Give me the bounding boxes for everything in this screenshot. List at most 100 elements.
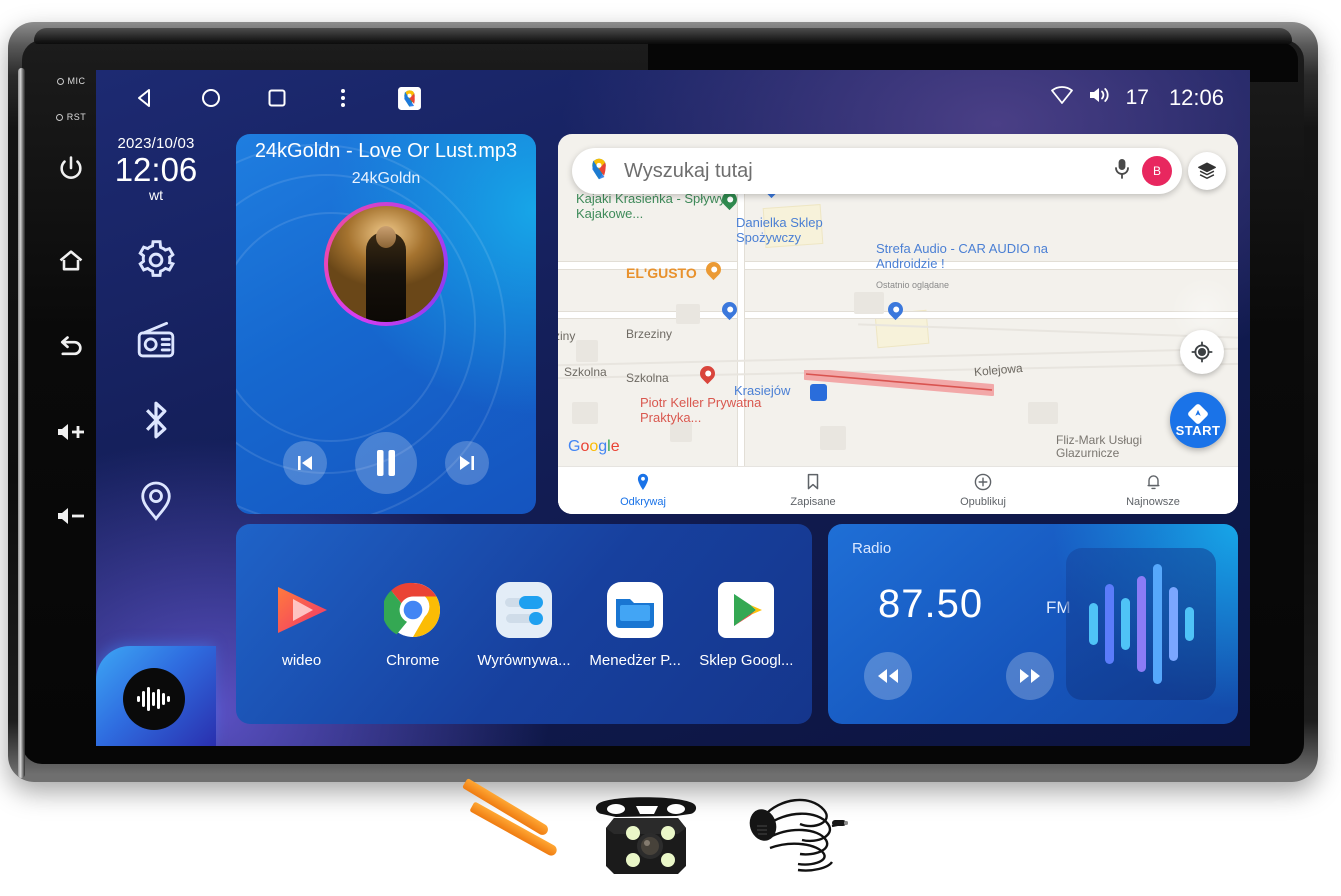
status-bar: 17 12:06 xyxy=(96,70,1250,126)
recents-square-icon[interactable] xyxy=(264,85,290,111)
map-nav-opublikuj[interactable]: Opublikuj xyxy=(898,467,1068,514)
back-triangle-icon[interactable] xyxy=(132,85,158,111)
dock-date: 2023/10/03 xyxy=(117,135,195,152)
home-icon xyxy=(59,250,83,271)
hw-mic-label: MIC xyxy=(38,76,104,86)
map-building xyxy=(572,402,598,424)
accessories-row xyxy=(0,778,1341,896)
app-label: Menedżer P... xyxy=(589,651,681,669)
map-layers-button[interactable] xyxy=(1188,152,1226,190)
explore-pin-icon xyxy=(636,473,650,494)
map-nav-odkrywaj[interactable]: Odkrywaj xyxy=(558,467,728,514)
map-rail xyxy=(558,347,1238,367)
radio-widget[interactable]: Radio 87.50 FM xyxy=(828,524,1238,724)
app-shortcut-equalizer[interactable]: Wyrównywa... xyxy=(472,580,576,669)
overflow-menu-icon[interactable] xyxy=(330,85,356,111)
bluetooth-icon xyxy=(146,401,167,439)
app-label: Chrome xyxy=(386,651,440,669)
map-building xyxy=(1028,402,1058,424)
avatar[interactable]: B xyxy=(1142,156,1172,186)
home-circle-icon[interactable] xyxy=(198,85,224,111)
google-maps-icon[interactable] xyxy=(396,85,422,111)
waveform-glyph xyxy=(137,687,170,711)
volume-level: 17 xyxy=(1125,86,1149,109)
map-nav-label: Odkrywaj xyxy=(620,496,666,508)
map-poi-label[interactable]: Danielka Sklep Spożywczy xyxy=(736,215,856,245)
previous-track-button[interactable] xyxy=(283,441,327,485)
car-head-unit-device: MIC RST 17 12:06 2023/10/03 12:06 wt 24k… xyxy=(8,22,1318,782)
chrome-side-rail xyxy=(18,68,25,778)
dock-weekday: wt xyxy=(149,187,163,204)
hardware-button-column: MIC RST xyxy=(38,62,104,582)
map-poi-label[interactable]: Piotr Keller Prywatna Praktyka... xyxy=(640,395,790,425)
map-poi-label[interactable]: Fliz-Mark Usługi Glazurnicze xyxy=(1056,433,1166,461)
dock-item-navigation[interactable] xyxy=(133,477,179,523)
power-button[interactable] xyxy=(38,154,104,182)
map-pin-blue[interactable] xyxy=(718,298,741,323)
dock-item-bluetooth[interactable] xyxy=(133,397,179,443)
google-maps-widget[interactable]: Kajaki Krasieńka - Spływy Kajakowe... Da… xyxy=(558,134,1238,514)
file-manager-folder-icon xyxy=(605,580,665,640)
play-pause-button[interactable] xyxy=(355,432,417,494)
map-building xyxy=(576,340,598,362)
back-arrow-icon xyxy=(60,336,82,356)
touchscreen[interactable]: 17 12:06 2023/10/03 12:06 wt 24kGoldn - … xyxy=(96,70,1250,746)
product-photo: MIC RST 17 12:06 2023/10/03 12:06 wt 24k… xyxy=(0,0,1341,896)
fast-forward-icon xyxy=(1020,669,1040,683)
album-art xyxy=(324,202,448,326)
wifi-icon xyxy=(1050,85,1074,111)
app-shortcut-wideo[interactable]: wideo xyxy=(250,580,354,669)
back-button[interactable] xyxy=(38,334,104,362)
map-nav-najnowsze[interactable]: Najnowsze xyxy=(1068,467,1238,514)
map-pin-orange[interactable] xyxy=(702,258,725,283)
map-poi-label[interactable]: Kajaki Krasieńka - Spływy Kajakowe... xyxy=(576,191,736,221)
music-player-widget[interactable]: 24kGoldn - Love Or Lust.mp3 24kGoldn xyxy=(236,134,536,514)
map-poi-label[interactable]: EL'GUSTO xyxy=(626,265,697,282)
map-pin-red[interactable] xyxy=(696,362,719,387)
search-input[interactable]: Wyszukaj tutaj xyxy=(624,160,1112,183)
navigation-arrow-icon xyxy=(1188,403,1208,424)
map-layers-icon xyxy=(1198,162,1216,179)
assistant-tile[interactable] xyxy=(96,646,216,746)
microphone-icon[interactable] xyxy=(1112,157,1132,186)
volume-up-button[interactable] xyxy=(38,420,104,444)
app-shortcut-chrome[interactable]: Chrome xyxy=(361,580,465,669)
map-nav-label: Zapisane xyxy=(790,496,836,508)
start-label: START xyxy=(1175,422,1221,438)
dock-time: 12:06 xyxy=(114,150,198,188)
dock-item-radio[interactable] xyxy=(133,317,179,363)
music-artist: 24kGoldn xyxy=(351,170,421,187)
map-nav-zapisane[interactable]: Zapisane xyxy=(728,467,898,514)
pry-tools-accessory xyxy=(452,778,562,864)
map-poi-label[interactable]: Krasiejów xyxy=(734,383,790,399)
voice-waveform-icon[interactable] xyxy=(123,668,185,730)
map-bottom-nav: Odkrywaj Zapisane Opublikuj Najnowsze xyxy=(558,466,1238,514)
map-street-label: Szkolna xyxy=(626,371,669,385)
radio-seek-up-button[interactable] xyxy=(1006,652,1054,700)
radio-icon xyxy=(137,322,175,358)
map-search-bar[interactable]: Wyszukaj tutaj B xyxy=(572,148,1182,194)
next-track-button[interactable] xyxy=(445,441,489,485)
start-navigation-button[interactable]: START xyxy=(1170,392,1226,448)
app-label: Wyrównywa... xyxy=(477,651,571,669)
radio-seek-down-button[interactable] xyxy=(864,652,912,700)
dock-item-settings[interactable] xyxy=(133,237,179,283)
skip-next-icon xyxy=(460,456,474,470)
map-poi-label[interactable]: Strefa Audio - CAR AUDIO na Androidzie ! xyxy=(876,241,1056,271)
map-pin-blue[interactable] xyxy=(884,298,907,323)
map-pin-green[interactable] xyxy=(718,188,741,213)
location-pin-icon xyxy=(141,481,171,521)
reset-dot-icon xyxy=(55,113,63,121)
navigation-buttons xyxy=(132,85,422,111)
skip-previous-icon xyxy=(298,456,312,470)
volume-icon xyxy=(1088,85,1112,111)
map-nav-label: Opublikuj xyxy=(960,496,1006,508)
map-street-label: Szkolna xyxy=(564,365,607,379)
map-building xyxy=(676,304,700,324)
app-shortcut-play-store[interactable]: Sklep Googl... xyxy=(694,580,798,669)
volume-down-icon xyxy=(58,508,84,524)
volume-up-icon xyxy=(58,424,84,440)
app-shortcut-file-manager[interactable]: Menedżer P... xyxy=(583,580,687,669)
home-button[interactable] xyxy=(38,247,104,275)
volume-down-button[interactable] xyxy=(38,504,104,528)
